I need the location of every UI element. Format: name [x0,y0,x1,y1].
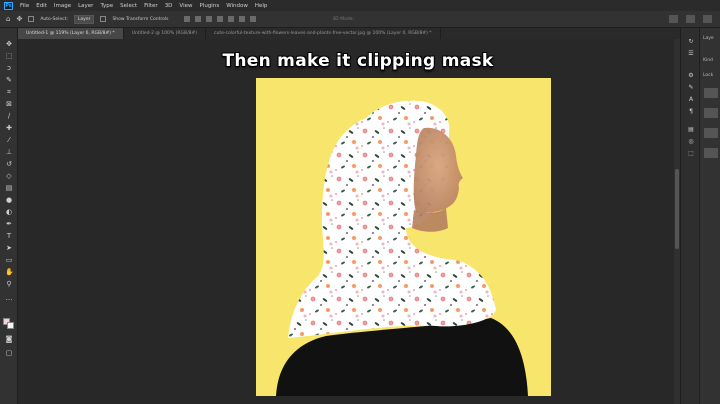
paragraph-panel-icon[interactable]: ¶ [687,108,695,115]
layer-thumbnail[interactable] [704,88,718,98]
healing-icon[interactable]: ✚ [5,125,13,132]
menu-3d[interactable]: 3D [165,3,173,9]
home-icon[interactable]: ⌂ [6,15,10,23]
gradient-icon[interactable]: ▤ [5,185,13,192]
menu-plugins[interactable]: Plugins [199,3,219,9]
panel-icon-strip: ↻ ☰ ⚙ ✎ A ¶ ▤ ◎ ⬚ [681,28,700,404]
3d-mode-label: 3D Mode: [332,16,354,22]
character-panel-icon[interactable]: A [687,96,695,103]
menu-edit[interactable]: Edit [36,3,47,9]
marquee-icon[interactable]: ⬚ [5,53,13,60]
tutorial-caption: Then make it clipping mask [222,51,494,71]
menu-window[interactable]: Window [226,3,248,9]
history-brush-icon[interactable]: ↺ [5,161,13,168]
zoom-icon[interactable]: ⚲ [5,281,13,288]
share-icon[interactable] [703,15,712,23]
properties-panel-icon[interactable]: ☰ [687,50,695,57]
right-panels: ↻ ☰ ⚙ ✎ A ¶ ▤ ◎ ⬚ Laye Kind Lock [680,28,720,404]
distribute-icon[interactable] [250,16,257,22]
adjustments-panel-icon[interactable]: ⚙ [687,72,695,79]
photoshop-logo-icon: Ps [4,1,13,10]
quick-mask-icon[interactable]: ◙ [5,336,13,343]
menu-bar: Ps File Edit Image Layer Type Select Fil… [0,0,720,11]
options-bar: ⌂ ✥ Auto-Select: Layer Show Transform Co… [0,11,720,28]
layer-thumbnail[interactable] [704,148,718,158]
menu-type[interactable]: Type [100,3,113,9]
quick-select-icon[interactable]: ✎ [5,77,13,84]
menu-help[interactable]: Help [255,3,268,9]
brush-icon[interactable]: ⁄ [5,137,13,144]
lock-label: Lock [703,73,714,78]
align-top-icon[interactable] [217,16,224,22]
document-tabs: Untitled-1 @ 119% (Layer 6, RGB/8#) * Un… [18,28,680,39]
brush-settings-icon[interactable]: ✎ [687,84,695,91]
blur-icon[interactable]: ● [5,197,13,204]
layer-thumbnail[interactable] [704,128,718,138]
channels-panel-icon[interactable]: ◎ [687,138,695,145]
lasso-icon[interactable]: ↄ [5,65,13,72]
frame-icon[interactable]: ⊠ [5,101,13,108]
screen-mode-icon[interactable]: ▢ [5,350,13,357]
eyedropper-icon[interactable]: ∕ [5,113,13,120]
align-right-icon[interactable] [206,16,213,22]
move-icon[interactable]: ✥ [5,41,13,48]
move-tool-icon[interactable]: ✥ [16,15,22,23]
crop-icon[interactable]: ⌗ [5,89,13,96]
auto-select-label: Auto-Select: [40,16,68,22]
layers-panel-label: Laye [703,36,714,41]
tab-untitled-2[interactable]: Untitled-2 @ 100% (RGB/8#) [124,28,206,39]
align-center-icon[interactable] [195,16,202,22]
pen-icon[interactable]: ✒ [5,221,13,228]
transform-controls-label: Show Transform Controls [112,16,169,22]
transform-controls-checkbox[interactable] [100,16,107,22]
stamp-icon[interactable]: ⊥ [5,149,13,156]
menu-file[interactable]: File [20,3,29,9]
workspace-icon[interactable] [686,15,695,23]
menu-view[interactable]: View [179,3,192,9]
tab-untitled-1[interactable]: Untitled-1 @ 119% (Layer 6, RGB/8#) * [18,28,124,39]
shape-icon[interactable]: ▭ [5,257,13,264]
search-icon[interactable] [669,15,678,23]
eraser-icon[interactable]: ◇ [5,173,13,180]
options-right [669,15,712,23]
align-left-icon[interactable] [184,16,191,22]
layer-thumbnail[interactable] [704,108,718,118]
menu-filter[interactable]: Filter [144,3,158,9]
hijab-figure-illustration [276,100,528,396]
history-panel-icon[interactable]: ↻ [687,38,695,45]
align-middle-icon[interactable] [228,16,235,22]
tab-texture[interactable]: cute-colorful-texture-with-flowers-leave… [206,28,441,39]
canvas-workspace: Then make it clipping mask [18,39,680,404]
dodge-icon[interactable]: ◐ [5,209,13,216]
paths-panel-icon[interactable]: ⬚ [687,150,695,157]
path-select-icon[interactable]: ➤ [5,245,13,252]
menu-select[interactable]: Select [120,3,137,9]
menu-image[interactable]: Image [54,3,71,9]
menu-layer[interactable]: Layer [78,3,93,9]
align-bottom-icon[interactable] [239,16,246,22]
more-tools-icon[interactable]: … [5,295,13,302]
document-canvas[interactable] [256,78,551,396]
auto-select-checkbox[interactable] [28,16,35,22]
kind-filter-label: Kind [703,58,713,63]
layers-panel-icon[interactable]: ▤ [687,126,695,133]
auto-select-dropdown[interactable]: Layer [73,14,95,24]
type-icon[interactable]: T [5,233,13,240]
background-color-swatch[interactable] [7,322,14,329]
tools-panel: ✥ ⬚ ↄ ✎ ⌗ ⊠ ∕ ✚ ⁄ ⊥ ↺ ◇ ▤ ● ◐ ✒ T ➤ ▭ ✋ … [0,28,18,404]
align-icons [184,16,257,22]
hand-icon[interactable]: ✋ [5,269,14,276]
scrollbar-thumb[interactable] [675,169,679,249]
